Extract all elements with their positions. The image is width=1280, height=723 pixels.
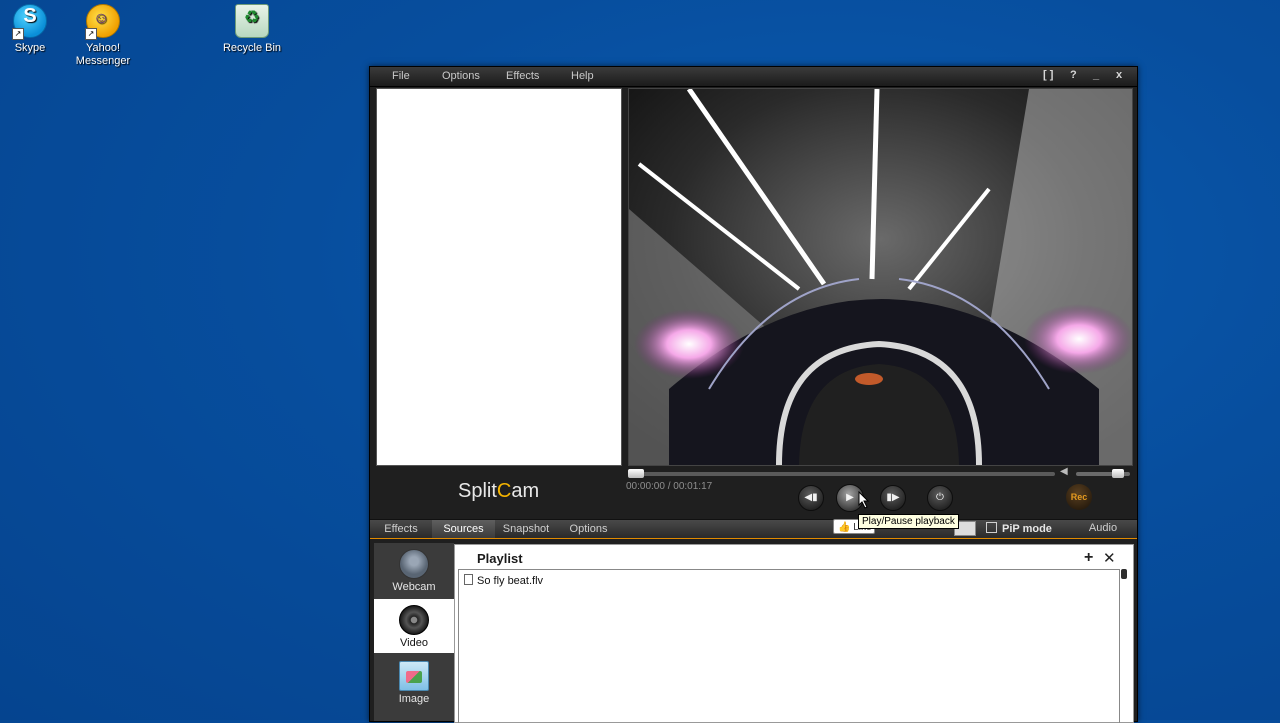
video-frame-image: [629, 89, 1132, 465]
image-icon: [399, 661, 429, 691]
seek-bar[interactable]: [628, 472, 1055, 476]
source-video[interactable]: Video: [374, 599, 454, 653]
video-reel-icon: [399, 605, 429, 635]
sources-sidebar: Webcam Video Image: [374, 543, 454, 721]
playlist-title: Playlist: [477, 551, 523, 566]
desktop-icon-label-line2: Messenger: [75, 55, 131, 67]
minimize-button[interactable]: _: [1093, 69, 1099, 81]
menu-options[interactable]: Options: [442, 70, 480, 82]
fullscreen-button[interactable]: [ ]: [1043, 69, 1053, 81]
desktop-icon-label: Yahoo!: [85, 42, 121, 54]
desktop-icon-label: Skype: [14, 42, 46, 54]
source-preview-panel: [376, 88, 622, 466]
previous-button[interactable]: ◀▮: [798, 485, 824, 511]
list-item[interactable]: So fly beat.flv: [464, 574, 543, 587]
skip-back-icon: ◀▮: [804, 492, 818, 503]
next-button[interactable]: ▮▶: [880, 485, 906, 511]
mouse-cursor-icon: [858, 491, 870, 509]
desktop-icon-label: Recycle Bin: [222, 42, 282, 54]
desktop-icon-recycle-bin[interactable]: ♻ Recycle Bin: [214, 2, 290, 55]
stop-button[interactable]: ⏻: [927, 485, 953, 511]
yahoo-messenger-icon: ☺ ↗: [85, 4, 120, 40]
checkbox-icon: [986, 522, 997, 533]
menu-effects[interactable]: Effects: [506, 70, 539, 82]
volume-handle[interactable]: [1111, 469, 1124, 478]
tooltip: Play/Pause playback: [858, 514, 959, 529]
source-webcam[interactable]: Webcam: [374, 543, 454, 597]
source-image[interactable]: Image: [374, 655, 454, 709]
playlist-list: So fly beat.flv: [458, 569, 1120, 723]
skip-forward-icon: ▮▶: [886, 492, 900, 503]
tab-audio[interactable]: Audio: [1073, 519, 1133, 537]
video-output[interactable]: [628, 88, 1133, 466]
checkbox-icon: [464, 574, 473, 585]
skype-icon: S ↗: [12, 4, 47, 40]
playlist-close-button[interactable]: ✕: [1103, 549, 1116, 567]
volume-icon: ◀: [1060, 466, 1068, 477]
pip-mode-checkbox[interactable]: PiP mode: [986, 522, 1052, 535]
recycle-bin-icon: ♻: [235, 4, 269, 38]
play-icon: ▶: [846, 492, 854, 503]
menu-help[interactable]: Help: [571, 70, 594, 82]
desktop-icon-skype[interactable]: S ↗ Skype: [0, 2, 68, 55]
tab-snapshot[interactable]: Snapshot: [495, 520, 557, 538]
close-button[interactable]: x: [1116, 69, 1122, 81]
record-button[interactable]: Rec: [1066, 484, 1092, 510]
tab-sources[interactable]: Sources: [432, 520, 495, 538]
title-bar: File Options Effects Help [ ] ? _ x: [370, 67, 1137, 87]
webcam-icon: [399, 549, 429, 579]
playlist-panel: Playlist + ✕ So fly beat.flv: [454, 544, 1134, 723]
power-icon: ⏻: [936, 492, 944, 503]
tab-effects[interactable]: Effects: [370, 520, 432, 538]
tab-options[interactable]: Options: [557, 520, 620, 538]
seek-handle[interactable]: [628, 469, 644, 478]
desktop-icon-yahoo-messenger[interactable]: ☺ ↗ Yahoo! Messenger: [65, 2, 141, 68]
menu-file[interactable]: File: [392, 70, 410, 82]
playlist-scrollbar[interactable]: [1121, 569, 1127, 579]
splitcam-logo: SplitCam: [458, 480, 540, 502]
help-button[interactable]: ?: [1070, 69, 1077, 81]
thumbs-up-icon: 👍: [838, 522, 851, 533]
splitcam-window: File Options Effects Help [ ] ? _ x Spli…: [369, 66, 1138, 723]
playback-time: 00:00:00 / 00:01:17: [626, 481, 713, 492]
playlist-add-button[interactable]: +: [1084, 549, 1093, 567]
